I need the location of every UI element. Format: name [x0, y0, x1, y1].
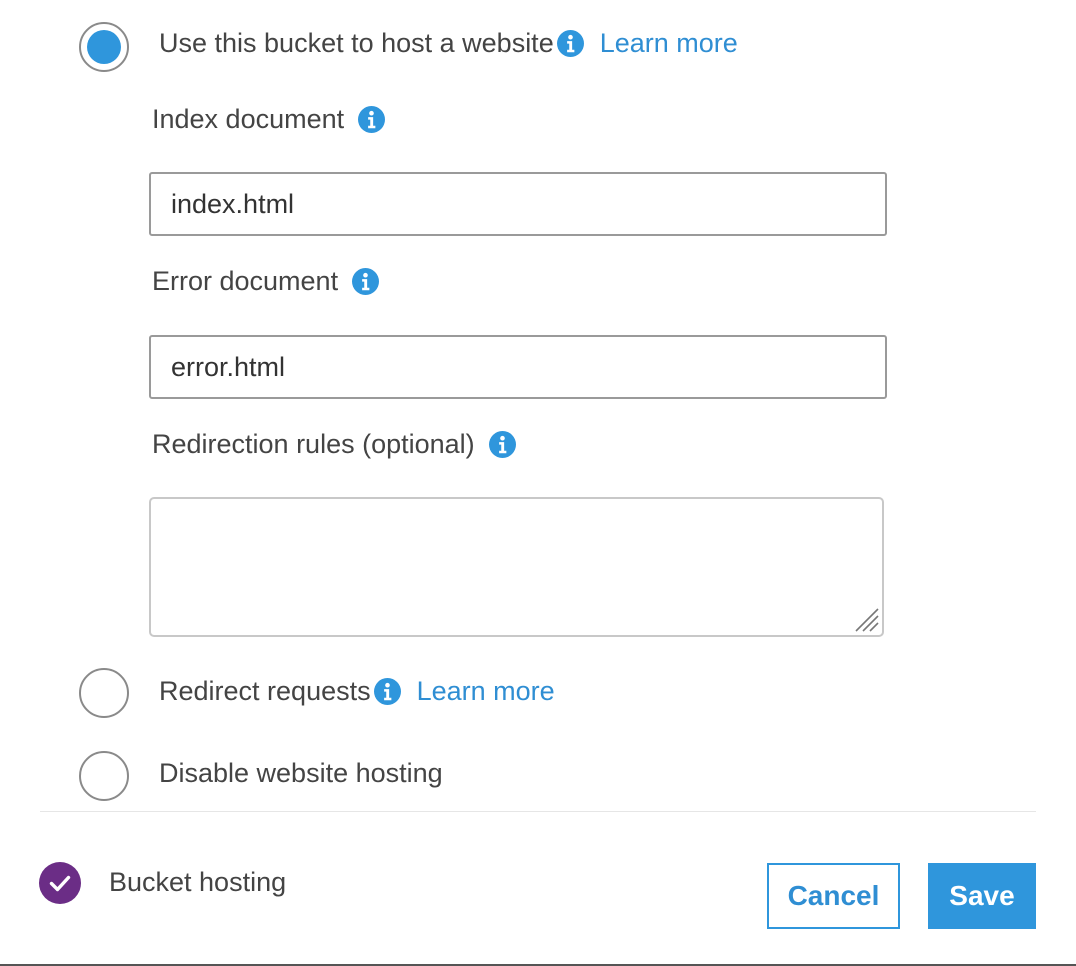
host-website-option: Use this bucket to host a website Learn … [159, 27, 738, 59]
redirect-learn-more-link[interactable]: Learn more [417, 675, 555, 707]
info-icon[interactable] [556, 29, 584, 57]
disable-hosting-label: Disable website hosting [159, 758, 443, 788]
redirect-requests-radio[interactable] [79, 668, 129, 718]
redirection-rules-label: Redirection rules (optional) [152, 429, 475, 459]
error-document-label: Error document [152, 266, 339, 296]
disable-hosting-option: Disable website hosting [159, 757, 443, 789]
info-icon[interactable] [358, 105, 386, 133]
host-website-label: Use this bucket to host a website [159, 28, 554, 58]
info-icon[interactable] [488, 430, 516, 458]
index-document-label-row: Index document [152, 103, 386, 135]
index-document-input[interactable] [149, 172, 887, 236]
resize-grip-icon[interactable] [852, 605, 880, 633]
error-document-input[interactable] [149, 335, 887, 399]
bucket-hosting-status: Bucket hosting [109, 866, 286, 898]
host-website-learn-more-link[interactable]: Learn more [600, 27, 738, 59]
redirect-requests-option: Redirect requests Learn more [159, 675, 555, 707]
status-badge [39, 862, 81, 904]
radio-selected-dot [87, 30, 121, 64]
section-divider [40, 811, 1036, 812]
save-button[interactable]: Save [928, 863, 1036, 929]
info-icon[interactable] [373, 677, 401, 705]
index-document-label: Index document [152, 104, 345, 134]
cancel-button[interactable]: Cancel [767, 863, 900, 929]
host-website-radio[interactable] [79, 22, 129, 72]
info-icon[interactable] [352, 267, 380, 295]
redirection-rules-label-row: Redirection rules (optional) [152, 428, 516, 460]
disable-hosting-radio[interactable] [79, 751, 129, 801]
redirect-requests-label: Redirect requests [159, 676, 371, 706]
redirection-rules-textarea[interactable] [149, 497, 884, 637]
check-icon [49, 875, 71, 892]
bucket-hosting-label: Bucket hosting [109, 867, 287, 897]
error-document-label-row: Error document [152, 265, 380, 297]
